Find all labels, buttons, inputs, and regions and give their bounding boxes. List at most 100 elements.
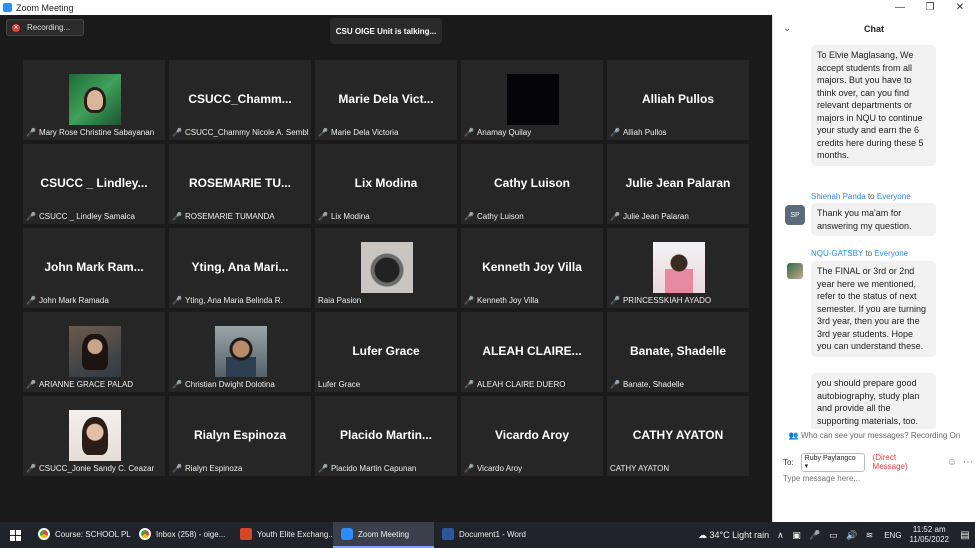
taskbar-app-label: Document1 - Word xyxy=(459,529,526,539)
participant-tile[interactable]: Lix Modina 🎤 Lix Modina xyxy=(315,144,457,224)
participant-tile[interactable]: 🎤 CSUCC_Jonie Sandy C. Ceazar xyxy=(23,396,165,476)
participant-tile[interactable]: Alliah Pullos 🎤 Alliah Pullos xyxy=(607,60,749,140)
restore-button[interactable]: ❐ xyxy=(915,2,945,13)
participant-tile[interactable]: 🎤 ARIANNE GRACE PALAD xyxy=(23,312,165,392)
recipient-select[interactable]: Ruby Paylangco ▾ xyxy=(800,452,865,472)
direct-message-label: (Direct Message) xyxy=(872,453,908,471)
muted-mic-icon: 🎤 xyxy=(610,295,620,305)
zoom-app-icon xyxy=(3,3,12,12)
participant-label: 🎤 ARIANNE GRACE PALAD xyxy=(26,378,163,390)
recording-indicator[interactable]: ✕ Recording... xyxy=(6,19,84,36)
participant-tile[interactable]: Banate, Shadelle 🎤 Banate, Shadelle xyxy=(607,312,749,392)
muted-mic-icon: 🎤 xyxy=(464,463,474,473)
chat-panel: ⌄ Chat To Elvie Maglasang, We accept stu… xyxy=(772,15,975,522)
participant-name: CSUCC _ Lindley Samalca xyxy=(38,211,136,221)
participant-name: Banate, Shadelle xyxy=(622,379,684,389)
participant-tile[interactable]: 🎤 Anamay Quilay xyxy=(461,60,603,140)
participant-tile[interactable]: Cathy Luison 🎤 Cathy Luison xyxy=(461,144,603,224)
participant-name: Kenneth Joy Villa xyxy=(476,295,539,305)
participant-display-name: ALEAH CLAIRE... xyxy=(482,344,582,358)
participant-tile[interactable]: Julie Jean Palaran 🎤 Julie Jean Palaran xyxy=(607,144,749,224)
participant-tile[interactable]: Yting, Ana Mari... 🎤 Yting, Ana Maria Beli… xyxy=(169,228,311,308)
participant-tile[interactable]: Vicardo Aroy 🎤 Vicardo Aroy xyxy=(461,396,603,476)
participant-display-name: John Mark Ram... xyxy=(44,260,144,274)
participant-tile[interactable]: ROSEMARIE TU... 🎤 ROSEMARIE TUMANDA xyxy=(169,144,311,224)
chevron-down-icon[interactable]: ⌄ xyxy=(783,23,791,34)
participant-label: 🎤 Lix Modina xyxy=(318,210,455,222)
recipient-name[interactable]: Everyone xyxy=(874,249,908,258)
clock-time: 11:52 am xyxy=(912,525,946,534)
minimize-button[interactable]: — xyxy=(885,2,915,13)
participant-video xyxy=(69,410,121,461)
participant-label: 🎤 CSUCC _ Lindley Samalca xyxy=(26,210,163,222)
cloud-icon: ☁ xyxy=(697,529,707,540)
participant-name: Anamay Quilay xyxy=(476,127,532,137)
participant-tile[interactable]: Lufer Grace Lufer Grace xyxy=(315,312,457,392)
to-label: to xyxy=(865,249,873,258)
participant-tile[interactable]: 🎤 PRINCESSKIAH AYADO xyxy=(607,228,749,308)
participant-label: 🎤 Cathy Luison xyxy=(464,210,601,222)
participant-tile[interactable]: ALEAH CLAIRE... 🎤 ALEAH CLAIRE DUERO xyxy=(461,312,603,392)
start-button[interactable] xyxy=(0,522,30,548)
message-list[interactable]: To Elvie Maglasang, We accept students f… xyxy=(773,43,975,429)
participant-name: ALEAH CLAIRE DUERO xyxy=(476,379,566,389)
tray-icons[interactable]: ∧ ▣ 🎤 ▭ 🔊 ≋ xyxy=(777,530,876,541)
participant-display-name: Placido Martin... xyxy=(339,428,432,442)
taskbar-app-chrome[interactable]: Course: SCHOOL PL... xyxy=(30,522,131,548)
muted-mic-icon: 🎤 xyxy=(26,463,36,473)
participant-display-name: Marie Dela Vict... xyxy=(338,92,434,106)
participant-tile[interactable]: Placido Martin... 🎤 Placido Martin Capunan xyxy=(315,396,457,476)
sender-name[interactable]: NQU-GATSBY xyxy=(811,249,863,258)
recipient-row: To: Ruby Paylangco ▾ (Direct Message) ☺ … xyxy=(783,452,973,472)
participant-tile[interactable]: John Mark Ram... 🎤 John Mark Ramada xyxy=(23,228,165,308)
taskbar-app-ppt[interactable]: Youth Elite Exchang... xyxy=(232,522,333,548)
participant-video xyxy=(69,326,121,377)
muted-mic-icon: 🎤 xyxy=(318,463,328,473)
participant-display-name: Rialyn Espinoza xyxy=(193,428,287,442)
participant-tile[interactable]: Kenneth Joy Villa 🎤 Kenneth Joy Villa xyxy=(461,228,603,308)
clock[interactable]: 11:52 am 11/05/2022 xyxy=(910,525,949,545)
notification-icon[interactable]: ▤ xyxy=(955,530,975,541)
participant-tile[interactable]: Marie Dela Vict... 🎤 Marie Dela Victoria xyxy=(315,60,457,140)
taskbar-app-chrome[interactable]: Inbox (258) - oige... xyxy=(131,522,232,548)
participant-display-name: CATHY AYATON xyxy=(632,428,724,442)
participant-tile[interactable]: Rialyn Espinoza 🎤 Rialyn Espinoza xyxy=(169,396,311,476)
participant-name: Marie Dela Victoria xyxy=(330,127,399,137)
more-icon[interactable]: ⋯ xyxy=(963,457,973,468)
participant-display-name: Lix Modina xyxy=(354,176,418,190)
participant-tile[interactable]: CSUCC_Chamm... 🎤 CSUCC_Chammy Nicole A. Se… xyxy=(169,60,311,140)
participant-tile[interactable]: 🎤 Mary Rose Christine Sabayanan xyxy=(23,60,165,140)
to-label: To: xyxy=(783,457,794,467)
participant-label: 🎤 John Mark Ramada xyxy=(26,294,163,306)
ppt-icon xyxy=(240,528,252,540)
participant-display-name: CSUCC_Chamm... xyxy=(188,92,292,106)
muted-mic-icon: 🎤 xyxy=(464,127,474,137)
taskbar-app-word[interactable]: Document1 - Word xyxy=(434,522,535,548)
chat-message: Thank you ma'am for answering my questio… xyxy=(811,203,936,236)
window-title: Zoom Meeting xyxy=(16,2,74,13)
participant-name: ARIANNE GRACE PALAD xyxy=(38,379,134,389)
taskbar-app-label: Youth Elite Exchang... xyxy=(257,529,333,539)
language-indicator[interactable]: ENG xyxy=(884,531,901,540)
participant-name: ROSEMARIE TUMANDA xyxy=(184,211,275,221)
message-input[interactable] xyxy=(783,471,968,485)
participant-label: 🎤 Placido Martin Capunan xyxy=(318,462,455,474)
emoji-icon[interactable]: ☺ xyxy=(947,457,957,468)
weather-widget[interactable]: ☁ 34°C Light rain xyxy=(698,530,769,541)
participant-label: 🎤 Rialyn Espinoza xyxy=(172,462,309,474)
taskbar-app-zoom[interactable]: Zoom Meeting xyxy=(333,522,434,548)
privacy-notice[interactable]: 👥 Who can see your messages? Recording O… xyxy=(773,431,975,440)
close-button[interactable]: ✕ xyxy=(945,2,975,13)
zoom-icon xyxy=(341,528,353,540)
participant-tile[interactable]: CSUCC _ Lindley... 🎤 CSUCC _ Lindley Samal… xyxy=(23,144,165,224)
participant-tile[interactable]: Raia Pasion xyxy=(315,228,457,308)
participant-label: 🎤 Banate, Shadelle xyxy=(610,378,747,390)
participant-video xyxy=(653,242,705,293)
participant-tile[interactable]: 🎤 Christian Dwight Dolotina xyxy=(169,312,311,392)
sender-name[interactable]: Shienah Panda xyxy=(811,192,866,201)
participant-tile[interactable]: CATHY AYATON CATHY AYATON xyxy=(607,396,749,476)
avatar: SP xyxy=(785,205,805,225)
muted-mic-icon: 🎤 xyxy=(172,127,182,137)
recipient-name[interactable]: Everyone xyxy=(877,192,911,201)
participant-label: Lufer Grace xyxy=(318,378,455,390)
